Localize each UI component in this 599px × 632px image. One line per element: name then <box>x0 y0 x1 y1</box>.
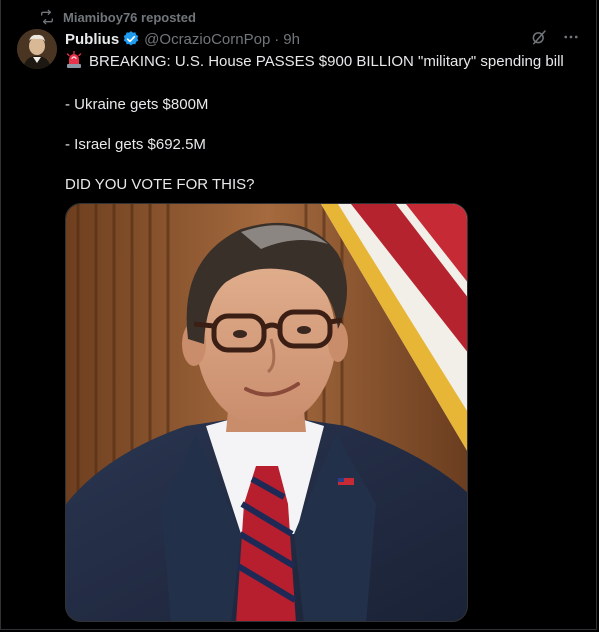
author-name[interactable]: Publius <box>65 31 119 48</box>
post-card[interactable]: Miamiboy76 reposted Publius @OcrazioCorn… <box>0 0 597 630</box>
author-handle[interactable]: @OcrazioCornPop <box>144 31 270 48</box>
repost-indicator[interactable]: Miamiboy76 reposted <box>39 8 196 26</box>
post-headline: BREAKING: U.S. House PASSES $900 BILLION… <box>89 53 564 70</box>
more-options-icon[interactable] <box>562 28 580 50</box>
avatar[interactable] <box>17 29 57 69</box>
post-line-ukraine: - Ukraine gets $800M <box>65 96 209 113</box>
post-time[interactable]: 9h <box>283 31 300 48</box>
post-media-photo[interactable] <box>65 203 468 622</box>
post-line-israel: - Israel gets $692.5M <box>65 136 206 153</box>
post-text: BREAKING: U.S. House PASSES $900 BILLION… <box>65 50 576 215</box>
repost-label: Miamiboy76 reposted <box>63 9 196 25</box>
post-line-headline: BREAKING: U.S. House PASSES $900 BILLION… <box>65 50 576 75</box>
post-header: Publius @OcrazioCornPop · 9h <box>65 28 580 50</box>
grok-icon[interactable] <box>530 28 548 50</box>
separator-dot: · <box>274 30 280 48</box>
repost-icon <box>39 9 55 25</box>
police-light-emoji-icon <box>65 50 83 75</box>
verified-badge-icon[interactable] <box>122 30 140 48</box>
post-line-question: DID YOU VOTE FOR THIS? <box>65 176 255 193</box>
